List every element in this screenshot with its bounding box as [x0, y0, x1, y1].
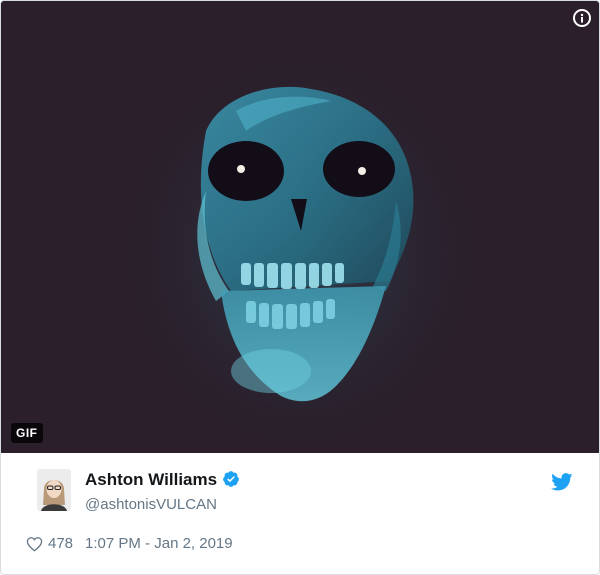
- verified-badge-icon: [223, 471, 239, 487]
- avatar[interactable]: [37, 469, 71, 511]
- skull-image: [111, 41, 491, 453]
- like-button[interactable]: 478: [26, 535, 73, 552]
- author-name-row[interactable]: Ashton Williams: [85, 470, 240, 490]
- author-block[interactable]: Ashton Williams @ashtonisVULCAN: [37, 467, 577, 521]
- gif-media[interactable]: GIF: [1, 1, 599, 453]
- twitter-link[interactable]: [551, 473, 573, 496]
- info-icon: [580, 13, 584, 23]
- info-button[interactable]: [573, 9, 591, 27]
- tweet-meta: 478 1:07 PM - Jan 2, 2019: [26, 535, 233, 552]
- avatar-image: [37, 469, 71, 511]
- twitter-bird-icon: [551, 473, 573, 491]
- author-handle[interactable]: @ashtonisVULCAN: [85, 496, 217, 513]
- gif-badge: GIF: [11, 423, 43, 443]
- tweet-card: GIF Ashton Williams @ashtonisVULCAN 478 …: [0, 0, 600, 575]
- timestamp[interactable]: 1:07 PM - Jan 2, 2019: [85, 535, 233, 552]
- author-name[interactable]: Ashton Williams: [85, 470, 217, 489]
- heart-icon: [26, 536, 43, 552]
- like-count: 478: [48, 535, 74, 552]
